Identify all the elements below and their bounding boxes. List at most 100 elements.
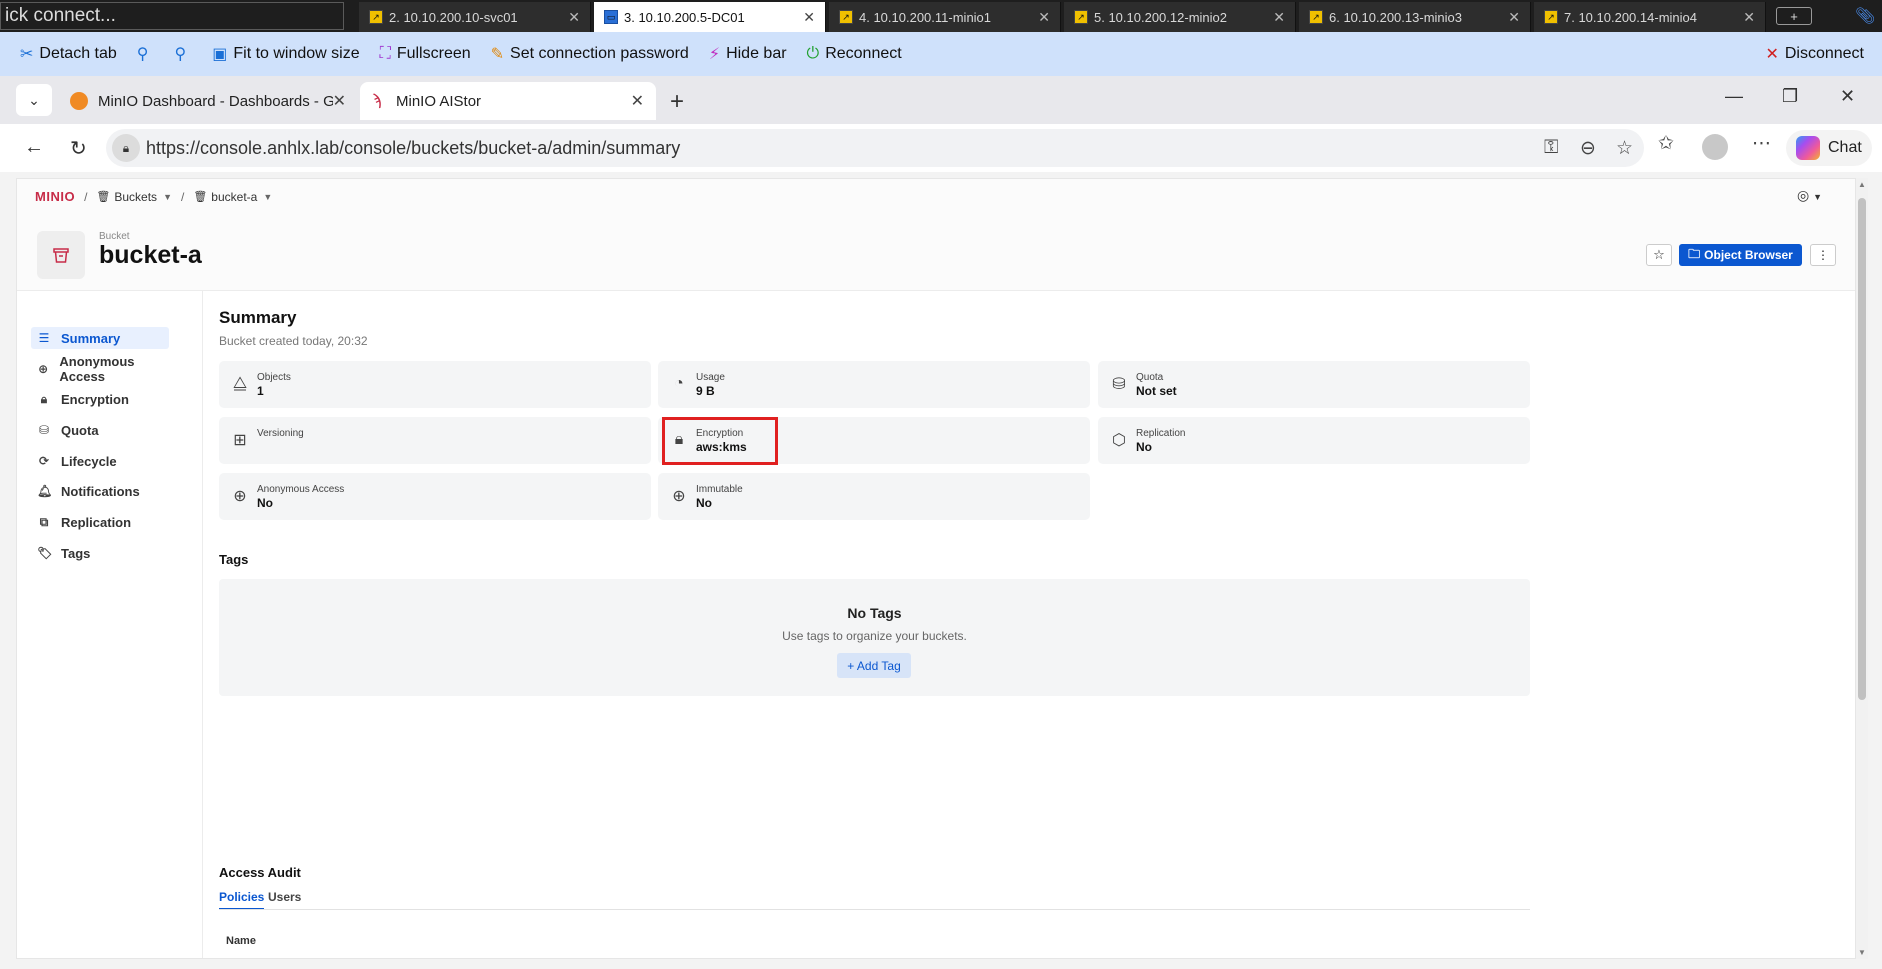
remote-desktop-icon: ↗ [1074,10,1088,24]
folder-icon: 🗀 [1688,246,1701,261]
quota-icon: ⛁ [1112,376,1126,393]
close-icon[interactable]: ✕ [333,91,346,111]
lightning-icon: ⚡ [708,46,721,63]
quick-connect-input[interactable]: ick connect... [0,2,344,30]
close-icon[interactable]: ✕ [568,9,580,26]
minio-console: MINIO / 🗑︎ Buckets ▼ / 🗑︎ bucket-a ▼ ◎ ▼… [16,178,1856,959]
monitor-icon: ▭ [604,10,618,24]
address-bar[interactable]: 🔒︎ https://console.anhlx.lab/console/buc… [106,129,1644,167]
detach-tab-button[interactable]: ✂ Detach tab [20,39,117,69]
tags-section-title: Tags [219,552,249,567]
zoom-out-icon[interactable]: ⊖ [1580,137,1596,160]
rdp-toolbar: ✂ Detach tab ⚲ ⚲ ▣ Fit to window size ⛶ Ful… [0,32,1882,76]
caret-down-icon[interactable]: ▼ [163,192,172,202]
add-tag-button[interactable]: + Add Tag [837,653,911,678]
copilot-chat-button[interactable]: Chat [1786,130,1872,166]
tab-users[interactable]: Users [268,890,301,904]
bucket-icon: 🗑︎ [96,191,111,203]
page-title: bucket-a [99,241,202,269]
zoom-in-button[interactable]: ⚲ [137,39,155,69]
restore-icon[interactable]: ❐ [1782,86,1798,107]
key-icon[interactable]: ⚿ [1544,137,1558,159]
objects-card: ⧋ Objects 1 [219,361,651,408]
close-icon[interactable]: ✕ [1038,9,1050,26]
profile-avatar[interactable] [1702,134,1728,160]
sidebar-item-replication[interactable]: ⧉ Replication [31,511,169,533]
remote-desktop-icon: ↗ [839,10,853,24]
rdp-tab-strip: ick connect... ↗ 2. 10.10.200.10-svc01 ✕… [0,0,1882,32]
user-menu[interactable]: ◎ ▼ [1797,187,1822,204]
lifecycle-icon: ⟳ [38,454,50,468]
close-icon[interactable]: ✕ [1508,9,1520,26]
object-browser-button[interactable]: 🗀 Object Browser [1679,244,1802,266]
set-password-button[interactable]: ✎ Set connection password [491,39,689,69]
back-arrow-icon[interactable]: ← [24,136,44,159]
rdp-tab-minio2[interactable]: ↗ 5. 10.10.200.12-minio2 ✕ [1064,2,1296,32]
tab-policies[interactable]: Policies [219,890,265,910]
minimize-icon[interactable]: — [1725,86,1743,107]
tags-empty-state: No Tags Use tags to organize your bucket… [219,579,1530,696]
rdp-tab-minio1[interactable]: ↗ 4. 10.10.200.11-minio1 ✕ [829,2,1061,32]
sidebar-item-notifications[interactable]: 🔔︎ Notifications [31,480,169,502]
favorite-star-icon[interactable]: ☆ [1616,137,1633,160]
breadcrumb-buckets[interactable]: Buckets [114,190,157,204]
lock-icon: 🔒︎ [40,391,48,406]
new-rdp-tab-button[interactable]: + [1776,7,1812,25]
favorite-button[interactable]: ☆ [1646,244,1672,266]
minio-logo[interactable]: MINIO [35,189,75,204]
tab-actions-chevron-icon[interactable]: ⌄ [16,84,52,116]
remote-desktop-icon: ↗ [1309,10,1323,24]
sidebar-item-lifecycle[interactable]: ⟳ Lifecycle [31,450,169,472]
rdp-tab-minio4[interactable]: ↗ 7. 10.10.200.14-minio4 ✕ [1534,2,1766,32]
sidebar-item-quota[interactable]: ⛁ Quota [31,419,169,441]
site-info-lock-icon[interactable]: 🔒︎ [112,134,140,162]
breadcrumb-bucket-a[interactable]: bucket-a [211,190,257,204]
paperclip-icon[interactable]: 📎︎ [1855,6,1875,26]
scroll-down-icon[interactable]: ▼ [1858,948,1866,957]
close-icon[interactable]: ✕ [1273,9,1285,26]
rdp-tab-dc01[interactable]: ▭ 3. 10.10.200.5-DC01 ✕ [594,2,826,32]
caret-down-icon[interactable]: ▼ [263,192,272,202]
column-header-name: Name [226,935,256,947]
scrollbar-thumb[interactable] [1858,198,1866,700]
favorites-list-icon[interactable]: ✩ [1658,132,1674,155]
copilot-icon [1796,136,1820,160]
grafana-icon [70,92,88,110]
new-tab-plus-icon[interactable]: + [670,88,684,116]
browser-tab-bar: ⌄ MinIO Dashboard - Dashboards - G ✕ ϡ M… [0,76,1882,124]
quota-card: ⛁ Quota Not set [1098,361,1530,408]
more-actions-button[interactable]: ⋮ [1810,244,1836,266]
zoom-out-button[interactable]: ⚲ [175,39,193,69]
bucket-icon: 🗑︎ [193,191,208,203]
more-options-icon[interactable]: ⋯ [1752,132,1771,155]
replication-icon: ⬡ [1112,432,1126,449]
tab-divider [219,909,1530,910]
fullscreen-button[interactable]: ⛶ Fullscreen [380,39,471,69]
close-icon[interactable]: ✕ [803,9,815,26]
sidebar-item-tags[interactable]: 🏷︎ Tags [31,542,169,564]
user-icon: ◎ [1797,187,1810,203]
summary-panel: Summary Bucket created today, 20:32 ⧋ Ob… [219,291,1829,958]
page-scrollbar[interactable]: ▲ ▼ [1856,178,1868,959]
scroll-up-icon[interactable]: ▲ [1858,180,1866,189]
window-close-icon[interactable]: ✕ [1840,86,1855,107]
fit-to-window-button[interactable]: ▣ Fit to window size [212,39,359,69]
sidebar-item-summary[interactable]: ☰ Summary [31,327,169,349]
close-icon[interactable]: ✕ [631,91,644,111]
usage-card: ◔ Usage 9 B [658,361,1090,408]
reconnect-button[interactable]: ⏻ Reconnect [807,39,902,69]
scissors-icon: ✂ [20,46,34,63]
rdp-tab-svc01[interactable]: ↗ 2. 10.10.200.10-svc01 ✕ [359,2,591,32]
browser-tab-minio[interactable]: ϡ MinIO AIStor ✕ [360,82,656,120]
refresh-icon[interactable]: ↻ [70,136,87,161]
globe-icon: ⊕ [233,488,247,505]
browser-tab-dashboards[interactable]: MinIO Dashboard - Dashboards - G ✕ [58,82,358,120]
url-text: https://console.anhlx.lab/console/bucket… [146,137,681,158]
disconnect-button[interactable]: ✕ Disconnect [1765,39,1864,69]
hide-bar-button[interactable]: ⚡ Hide bar [709,39,787,69]
sidebar-item-anonymous-access[interactable]: ⊕ Anonymous Access [31,354,169,384]
bucket-icon [37,231,85,279]
close-icon[interactable]: ✕ [1743,9,1755,26]
sidebar-item-encryption[interactable]: 🔒︎ Encryption [31,388,169,410]
rdp-tab-minio3[interactable]: ↗ 6. 10.10.200.13-minio3 ✕ [1299,2,1531,32]
